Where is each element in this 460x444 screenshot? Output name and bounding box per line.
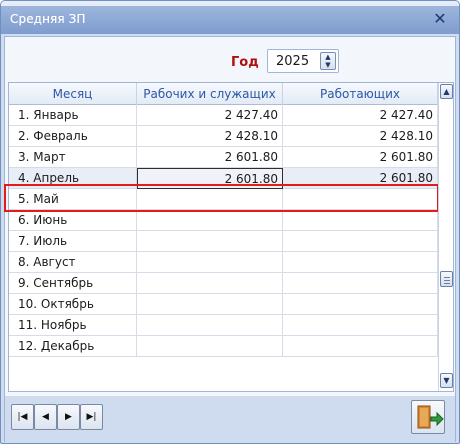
scroll-down-button[interactable]: ▼ <box>440 373 453 388</box>
chevron-up-icon[interactable]: ▲ <box>321 53 335 61</box>
month-cell[interactable]: 8. Август <box>9 252 137 273</box>
month-cell[interactable]: 10. Октябрь <box>9 294 137 315</box>
table-row[interactable]: 8. Август <box>9 252 438 273</box>
table-row[interactable]: 5. Май <box>9 189 438 210</box>
table-row[interactable]: 3. Март 2 601.80 2 601.80 <box>9 147 438 168</box>
navigation-bar: |◀ ◀ ▶ ▶| <box>5 396 455 442</box>
month-cell[interactable]: 9. Сентябрь <box>9 273 137 294</box>
exit-button[interactable] <box>411 400 445 434</box>
workers-salary-cell[interactable]: 2 601.80 <box>137 147 283 168</box>
title-bar: Средняя ЗП ✕ <box>1 1 459 37</box>
table-header: Месяц Рабочих и служащих Работающих <box>9 83 438 105</box>
table-row[interactable]: 2. Февраль 2 428.10 2 428.10 <box>9 126 438 147</box>
salary-table: Месяц Рабочих и служащих Работающих 1. Я… <box>4 82 454 392</box>
table-row[interactable]: 10. Октябрь <box>9 294 438 315</box>
month-cell[interactable]: 4. Апрель <box>9 168 137 189</box>
month-cell[interactable]: 2. Февраль <box>9 126 137 147</box>
workers-salary-cell[interactable] <box>137 315 283 336</box>
year-value: 2025 <box>276 54 310 69</box>
workers-salary-cell[interactable] <box>137 294 283 315</box>
column-header-employed[interactable]: Работающих <box>283 83 438 105</box>
next-record-icon: ▶ <box>65 412 72 422</box>
workers-salary-cell[interactable] <box>137 210 283 231</box>
employed-salary-cell[interactable] <box>283 231 438 252</box>
dialog-window: Средняя ЗП ✕ Год 2025 ▲ ▼ Месяц Рабочих … <box>0 0 460 444</box>
last-record-icon: ▶| <box>86 412 97 422</box>
year-label: Год <box>231 55 259 70</box>
content-panel: Год 2025 ▲ ▼ Месяц Рабочих и служащих Ра… <box>4 36 456 442</box>
employed-salary-cell[interactable] <box>283 273 438 294</box>
prev-record-icon: ◀ <box>42 412 49 422</box>
close-button[interactable]: ✕ <box>429 8 451 30</box>
prev-record-button[interactable]: ◀ <box>34 404 57 430</box>
chevron-down-icon: ▼ <box>443 376 450 385</box>
workers-salary-cell[interactable] <box>137 231 283 252</box>
employed-salary-cell[interactable]: 2 601.80 <box>283 168 438 189</box>
table-row[interactable]: 11. Ноябрь <box>9 315 438 336</box>
exit-door-icon <box>417 405 444 429</box>
table-row[interactable]: 9. Сентябрь <box>9 273 438 294</box>
month-cell[interactable]: 1. Январь <box>9 105 137 126</box>
employed-salary-cell[interactable] <box>283 315 438 336</box>
month-cell[interactable]: 5. Май <box>9 189 137 210</box>
employed-salary-cell[interactable]: 2 601.80 <box>283 147 438 168</box>
year-filter: Год 2025 ▲ ▼ <box>5 47 457 77</box>
close-icon: ✕ <box>433 9 447 28</box>
scroll-thumb[interactable] <box>440 271 453 287</box>
employed-salary-cell[interactable] <box>283 336 438 357</box>
year-input[interactable]: 2025 ▲ ▼ <box>267 49 339 73</box>
window-title: Средняя ЗП <box>10 12 86 26</box>
workers-salary-cell[interactable]: 2 601.80 <box>137 168 283 189</box>
chevron-up-icon: ▲ <box>443 87 450 96</box>
month-cell[interactable]: 6. Июнь <box>9 210 137 231</box>
workers-salary-cell[interactable] <box>137 336 283 357</box>
workers-salary-cell[interactable] <box>137 189 283 210</box>
next-record-button[interactable]: ▶ <box>57 404 80 430</box>
table-row[interactable]: 7. Июль <box>9 231 438 252</box>
workers-salary-cell[interactable]: 2 427.40 <box>137 105 283 126</box>
employed-salary-cell[interactable] <box>283 252 438 273</box>
last-record-button[interactable]: ▶| <box>80 404 103 430</box>
employed-salary-cell[interactable]: 2 428.10 <box>283 126 438 147</box>
first-record-button[interactable]: |◀ <box>11 404 34 430</box>
month-cell[interactable]: 12. Декабрь <box>9 336 137 357</box>
month-cell[interactable]: 11. Ноябрь <box>9 315 137 336</box>
month-cell[interactable]: 7. Июль <box>9 231 137 252</box>
year-stepper[interactable]: ▲ ▼ <box>320 52 336 70</box>
table-row[interactable]: 1. Январь 2 427.40 2 427.40 <box>9 105 438 126</box>
chevron-down-icon[interactable]: ▼ <box>321 61 335 69</box>
scroll-up-button[interactable]: ▲ <box>440 84 453 99</box>
employed-salary-cell[interactable] <box>283 294 438 315</box>
column-header-month[interactable]: Месяц <box>9 83 137 105</box>
table-row[interactable]: 12. Декабрь <box>9 336 438 357</box>
employed-salary-cell[interactable] <box>283 189 438 210</box>
first-record-icon: |◀ <box>17 412 28 422</box>
workers-salary-cell[interactable] <box>137 273 283 294</box>
table-row[interactable]: 4. Апрель 2 601.80 2 601.80 <box>9 168 438 189</box>
table-row[interactable]: 6. Июнь <box>9 210 438 231</box>
employed-salary-cell[interactable] <box>283 210 438 231</box>
workers-salary-cell[interactable]: 2 428.10 <box>137 126 283 147</box>
workers-salary-cell[interactable] <box>137 252 283 273</box>
employed-salary-cell[interactable]: 2 427.40 <box>283 105 438 126</box>
vertical-scrollbar[interactable]: ▲ ▼ <box>438 83 453 391</box>
column-header-workers[interactable]: Рабочих и служащих <box>137 83 283 105</box>
month-cell[interactable]: 3. Март <box>9 147 137 168</box>
